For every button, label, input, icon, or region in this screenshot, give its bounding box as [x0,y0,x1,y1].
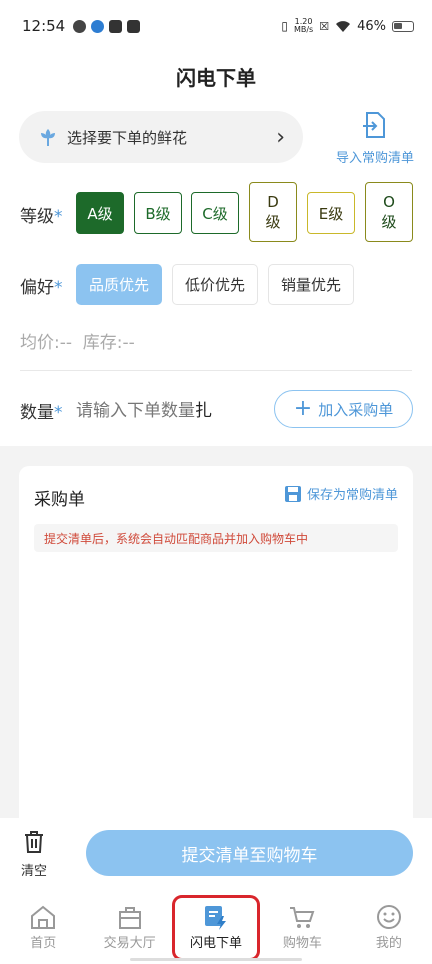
net-speed-unit: MB/s [293,25,314,34]
status-bar: 12:54 ▯ 1.20 MB/s ☒ 46% [0,0,432,52]
preference-option-low-price[interactable]: 低价优先 [172,264,258,305]
grade-option-b[interactable]: B级 [134,192,182,234]
tab-cart-label: 购物车 [282,936,322,951]
wifi-icon [336,20,351,32]
quantity-required-mark: * [54,403,63,423]
price-stock-info: 均价:-- 库存:-- [20,333,135,353]
battery-icon [392,20,414,32]
quantity-input[interactable]: 请输入下单数量扎 [76,396,212,421]
grade-option-c-label: C级 [202,204,228,223]
preference-option-sales[interactable]: 销量优先 [268,264,354,305]
mail-notification-icon [127,19,141,33]
battery-percent: 46% [357,18,386,34]
clear-button[interactable]: 清空 [16,830,52,879]
sim-icon: ☒ [319,19,330,33]
order-card: 采购单 保存为常购清单 提交清单后，系统会自动匹配商品并加入购物车中 [19,466,413,818]
quantity-label: 数量* [20,398,63,423]
grade-option-d[interactable]: D级 [249,182,297,242]
grade-option-e[interactable]: E级 [307,192,355,234]
grade-label-text: 等级 [20,207,54,227]
grade-option-o[interactable]: O级 [365,182,413,242]
preference-label: 偏好* [20,273,63,298]
quantity-unit: 扎 [195,401,212,421]
tab-trading-hall-label: 交易大厅 [103,936,156,951]
cart-icon [290,907,315,928]
preference-option-low-price-label: 低价优先 [184,276,245,294]
quantity-label-text: 数量 [20,403,54,423]
grade-required-mark: * [54,207,63,227]
page-title: 闪电下单 [176,66,256,90]
import-list-button[interactable]: 导入常购清单 [330,111,420,166]
add-to-order-label: 加入采购单 [318,400,394,419]
tab-home[interactable]: 首页 [0,896,86,964]
battery-fill [394,22,402,29]
trash-icon [25,831,43,853]
save-disk-icon [284,485,301,502]
tab-trading-hall[interactable]: 交易大厅 [86,896,172,964]
plus-icon: + [293,396,313,421]
home-icon [31,905,56,929]
home-indicator [130,958,302,961]
preference-option-quality[interactable]: 品质优先 [76,264,162,305]
divider [20,370,412,371]
tab-home-label: 首页 [30,936,57,951]
tab-cart[interactable]: 购物车 [259,896,345,964]
clear-label: 清空 [20,864,47,879]
flower-select-label: 选择要下单的鲜花 [67,128,188,147]
quantity-placeholder: 请输入下单数量 [76,401,195,421]
preference-required-mark: * [54,278,63,298]
browser-notification-icon [91,19,105,33]
play-notification-icon [109,19,123,33]
tab-profile-label: 我的 [375,936,402,951]
save-as-list-label: 保存为常购清单 [306,488,398,503]
preference-label-text: 偏好 [20,278,54,298]
grade-label: 等级* [20,202,63,227]
grade-option-b-label: B级 [145,204,171,223]
app-notification-icon [73,19,87,33]
vibrate-icon: ▯ [281,19,288,33]
order-notice: 提交清单后，系统会自动匹配商品并加入购物车中 [34,524,398,552]
tab-profile[interactable]: 我的 [346,896,432,964]
order-title: 采购单 [34,490,85,510]
save-as-list-button[interactable]: 保存为常购清单 [284,484,398,503]
add-to-order-button[interactable]: + 加入采购单 [274,390,413,428]
notification-icons [73,19,141,33]
grade-option-d-label: D级 [265,193,281,231]
preference-option-sales-label: 销量优先 [280,276,341,294]
net-speed: 1.20 MB/s [294,18,313,34]
submit-to-cart-label: 提交清单至购物车 [181,845,318,866]
submit-to-cart-button[interactable]: 提交清单至购物车 [86,830,413,876]
grade-option-e-label: E级 [318,204,344,223]
grade-option-o-label: O级 [381,193,397,231]
grade-option-a-label: A级 [87,204,113,223]
action-bar: 清空 提交清单至购物车 [0,818,432,896]
import-file-icon [363,112,385,138]
import-list-label: 导入常购清单 [335,151,414,166]
flower-icon [41,129,55,146]
bag-icon [118,907,141,929]
active-tab-highlight [172,895,260,961]
flower-select[interactable]: 选择要下单的鲜花 › [19,111,303,163]
grade-option-c[interactable]: C级 [191,192,239,234]
chevron-right-icon: › [276,124,285,150]
smile-icon [376,905,401,929]
grade-option-a[interactable]: A级 [76,192,124,234]
preference-option-quality-label: 品质优先 [88,276,149,294]
status-time: 12:54 [22,17,66,35]
